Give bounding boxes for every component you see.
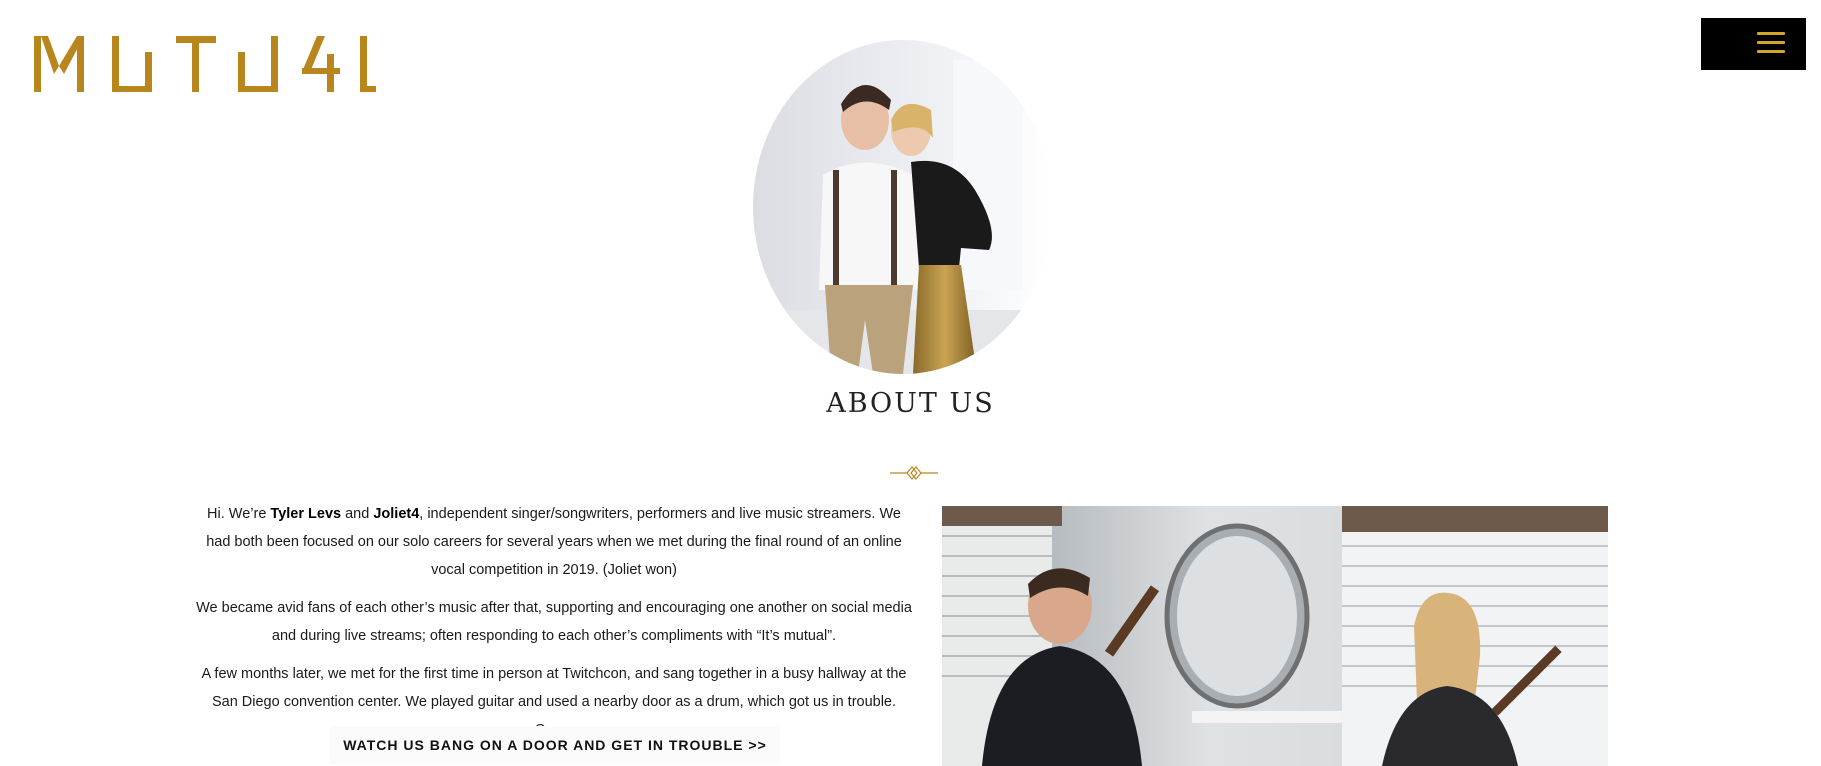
- about-bio: Hi. We’re Tyler Levs and Joliet4, indepe…: [196, 500, 912, 754]
- bio-and-text: and: [341, 506, 374, 522]
- mutual-logo[interactable]: [34, 36, 376, 94]
- bio-paragraph-1: Hi. We’re Tyler Levs and Joliet4, indepe…: [196, 500, 912, 584]
- band-performing-photo: [942, 506, 1608, 766]
- couple-portrait-photo: [753, 40, 1053, 374]
- menu-button[interactable]: [1701, 18, 1806, 70]
- hamburger-menu-icon: [1757, 32, 1785, 54]
- about-us-heading: ABOUT US: [826, 388, 995, 419]
- bio-paragraph-2: We became avid fans of each other’s musi…: [196, 600, 912, 644]
- member-name-joliet: Joliet4: [373, 506, 420, 522]
- bio-intro-text: Hi. We’re: [207, 506, 271, 522]
- watch-video-button[interactable]: WATCH US BANG ON A DOOR AND GET IN TROUB…: [330, 726, 780, 764]
- ornament-divider-icon: [890, 466, 938, 480]
- member-name-tyler: Tyler Levs: [270, 506, 342, 522]
